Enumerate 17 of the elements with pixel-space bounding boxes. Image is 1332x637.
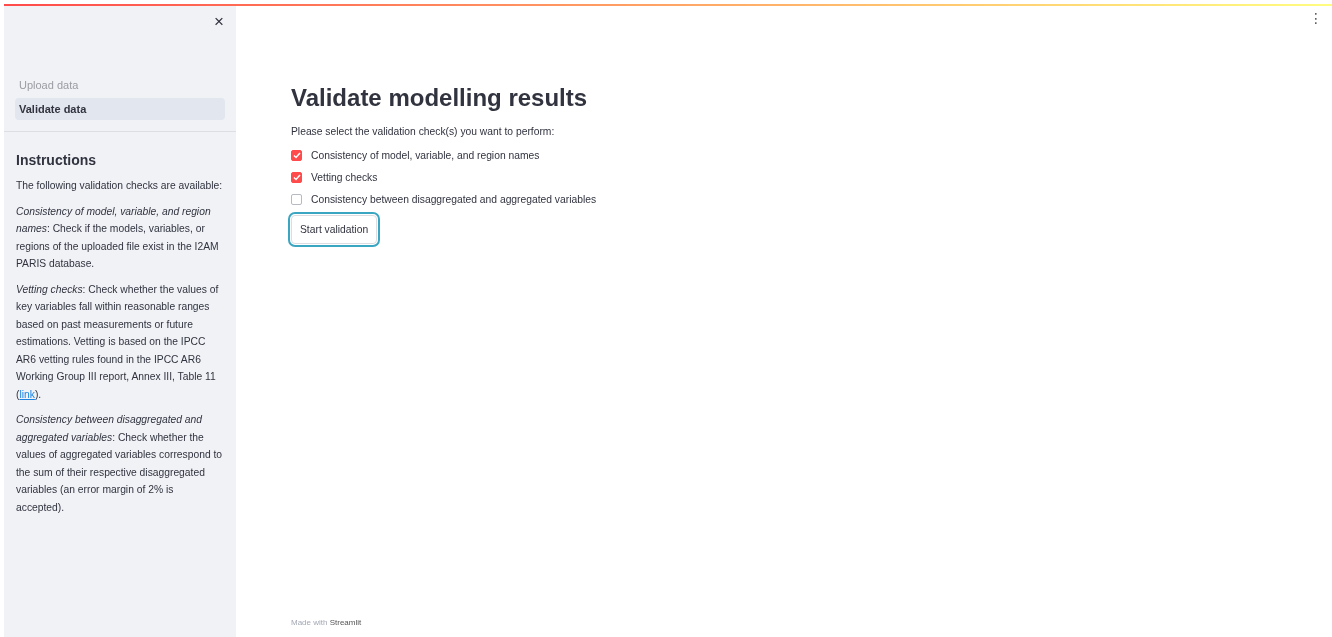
footer-text: Made with Streamlit (291, 618, 363, 627)
checkbox-label[interactable]: Consistency of model, variable, and region names (311, 150, 540, 161)
instruction-paragraph: Vetting checks: Check whether the values of key variables fall within reasonable ranges based on past measurements or future estimations. Vetting is based on the IPCC AR6 vetting rules found in the IPCC AR6 Working Group III report, Annex III, Table 11 (link). (16, 282, 220, 402)
instruction-paragraph: Consistency between disaggregated and aggregated variables: Check whether the values of aggregated variables correspond to the sum of their respective disaggregated variables (an error margin of 2% is accepted). (16, 413, 224, 515)
prompt-text: Please select the validation check(s) you want to perform: (291, 126, 556, 137)
instruction-paragraph: The following validation checks are available: (16, 179, 224, 193)
instruction-paragraph: Consistency of model, variable, and region names: Check if the models, variables, or regions of the uploaded file exist in the I2AM PARIS database. (16, 204, 220, 271)
link[interactable]: link (19, 388, 35, 400)
page-title: Validate modelling results (291, 84, 589, 112)
checkbox[interactable] (291, 194, 302, 205)
start-validation-button[interactable]: Start validation (291, 215, 378, 244)
sidebar-heading: Instructions (16, 152, 98, 168)
checkbox-label[interactable]: Vetting checks (311, 172, 378, 183)
checkbox[interactable] (291, 150, 302, 161)
sidebar-nav-link[interactable]: Validate data (15, 98, 225, 120)
checkbox-label[interactable]: Consistency between disaggregated and aggregated variables (311, 194, 597, 205)
checkbox[interactable] (291, 172, 302, 183)
